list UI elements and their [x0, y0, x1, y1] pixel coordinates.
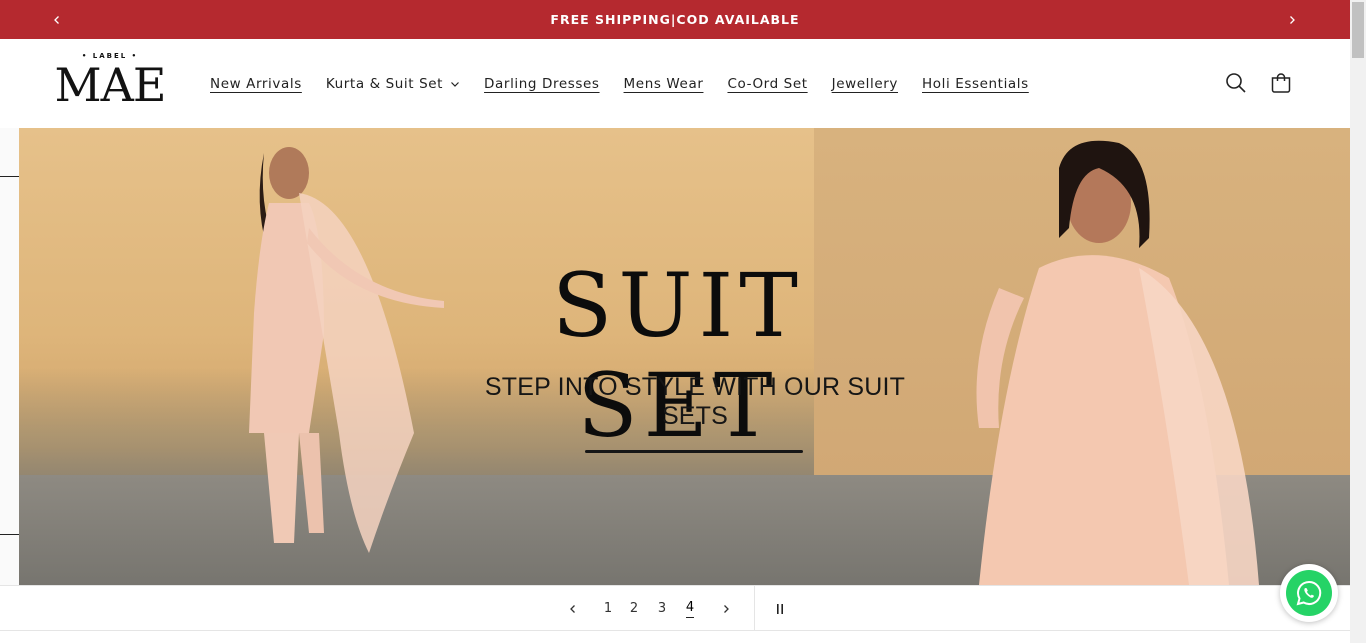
hero-slideshow: SUIT SET STEP INTO STYLE WITH OUR SUIT S… [0, 128, 1350, 585]
search-button[interactable] [1224, 71, 1248, 95]
scrollbar-thumb[interactable] [1352, 2, 1364, 58]
slideshow-pause-button[interactable] [770, 586, 790, 631]
model-right-figure [976, 140, 1259, 585]
nav-item-label: Co-Ord Set [727, 75, 808, 92]
pause-icon [777, 603, 783, 614]
slide-dot-1[interactable]: 1 [600, 586, 616, 631]
chevron-down-icon [450, 79, 460, 89]
hero-divider-line [585, 450, 803, 453]
page-scrollbar[interactable] [1350, 0, 1366, 643]
announcement-text: FREE SHIPPING|COD AVAILABLE [550, 12, 800, 27]
whatsapp-chat-button[interactable] [1280, 564, 1338, 622]
nav-item-jewellery[interactable]: Jewellery [832, 76, 898, 92]
nav-item-label: Mens Wear [623, 75, 704, 92]
nav-item-kurta-suit-set[interactable]: Kurta & Suit Set [326, 76, 460, 92]
nav-item-label: Darling Dresses [484, 75, 600, 92]
nav-item-holi-essentials[interactable]: Holi Essentials [922, 76, 1029, 92]
nav-item-label: New Arrivals [210, 75, 302, 92]
hero-banner-image[interactable]: SUIT SET STEP INTO STYLE WITH OUR SUIT S… [19, 128, 1350, 585]
slideshow-controls: 1 2 3 4 [0, 585, 1350, 631]
nav-item-mens-wear[interactable]: Mens Wear [624, 76, 704, 92]
nav-item-label: Holi Essentials [922, 75, 1029, 92]
slide-prev-button[interactable] [563, 586, 583, 631]
nav-item-co-ord-set[interactable]: Co-Ord Set [727, 76, 807, 92]
slide-number: 1 [603, 601, 613, 616]
announcement-next-button[interactable] [1277, 0, 1307, 39]
main-nav: New Arrivals Kurta & Suit Set Darling Dr… [210, 39, 1053, 128]
slide-dot-3[interactable]: 3 [654, 586, 670, 631]
slide-number: 4 [685, 600, 695, 618]
divider [0, 534, 19, 535]
model-left-figure [249, 147, 444, 553]
site-header: • LABEL • MAE New Arrivals Kurta & Suit … [0, 39, 1350, 128]
slide-dot-2[interactable]: 2 [626, 586, 642, 631]
chevron-left-icon [54, 15, 59, 24]
previous-slide-edge [0, 128, 19, 585]
nav-item-label: Jewellery [831, 75, 899, 92]
chevron-right-icon [1290, 15, 1295, 24]
announcement-bar: FREE SHIPPING|COD AVAILABLE [0, 0, 1350, 39]
announcement-prev-button[interactable] [42, 0, 72, 39]
whatsapp-icon [1286, 570, 1332, 616]
slide-dot-4-active[interactable]: 4 [682, 586, 698, 631]
brand-logo[interactable]: • LABEL • MAE [50, 51, 170, 117]
search-icon [1226, 73, 1246, 93]
chevron-left-icon [570, 604, 575, 613]
slide-number: 3 [657, 601, 667, 616]
cart-button[interactable] [1269, 71, 1293, 95]
nav-item-new-arrivals[interactable]: New Arrivals [210, 76, 302, 92]
nav-item-darling-dresses[interactable]: Darling Dresses [484, 76, 600, 92]
slide-next-button[interactable] [716, 586, 736, 631]
divider [754, 586, 755, 631]
chevron-right-icon [724, 604, 729, 613]
logo-main-text: MAE [54, 58, 167, 112]
slide-number: 2 [629, 601, 639, 616]
nav-item-label: Kurta & Suit Set [325, 75, 444, 92]
divider [0, 176, 19, 177]
cart-icon [1271, 73, 1291, 93]
hero-subline: STEP INTO STYLE WITH OUR SUIT SETS [484, 373, 906, 430]
